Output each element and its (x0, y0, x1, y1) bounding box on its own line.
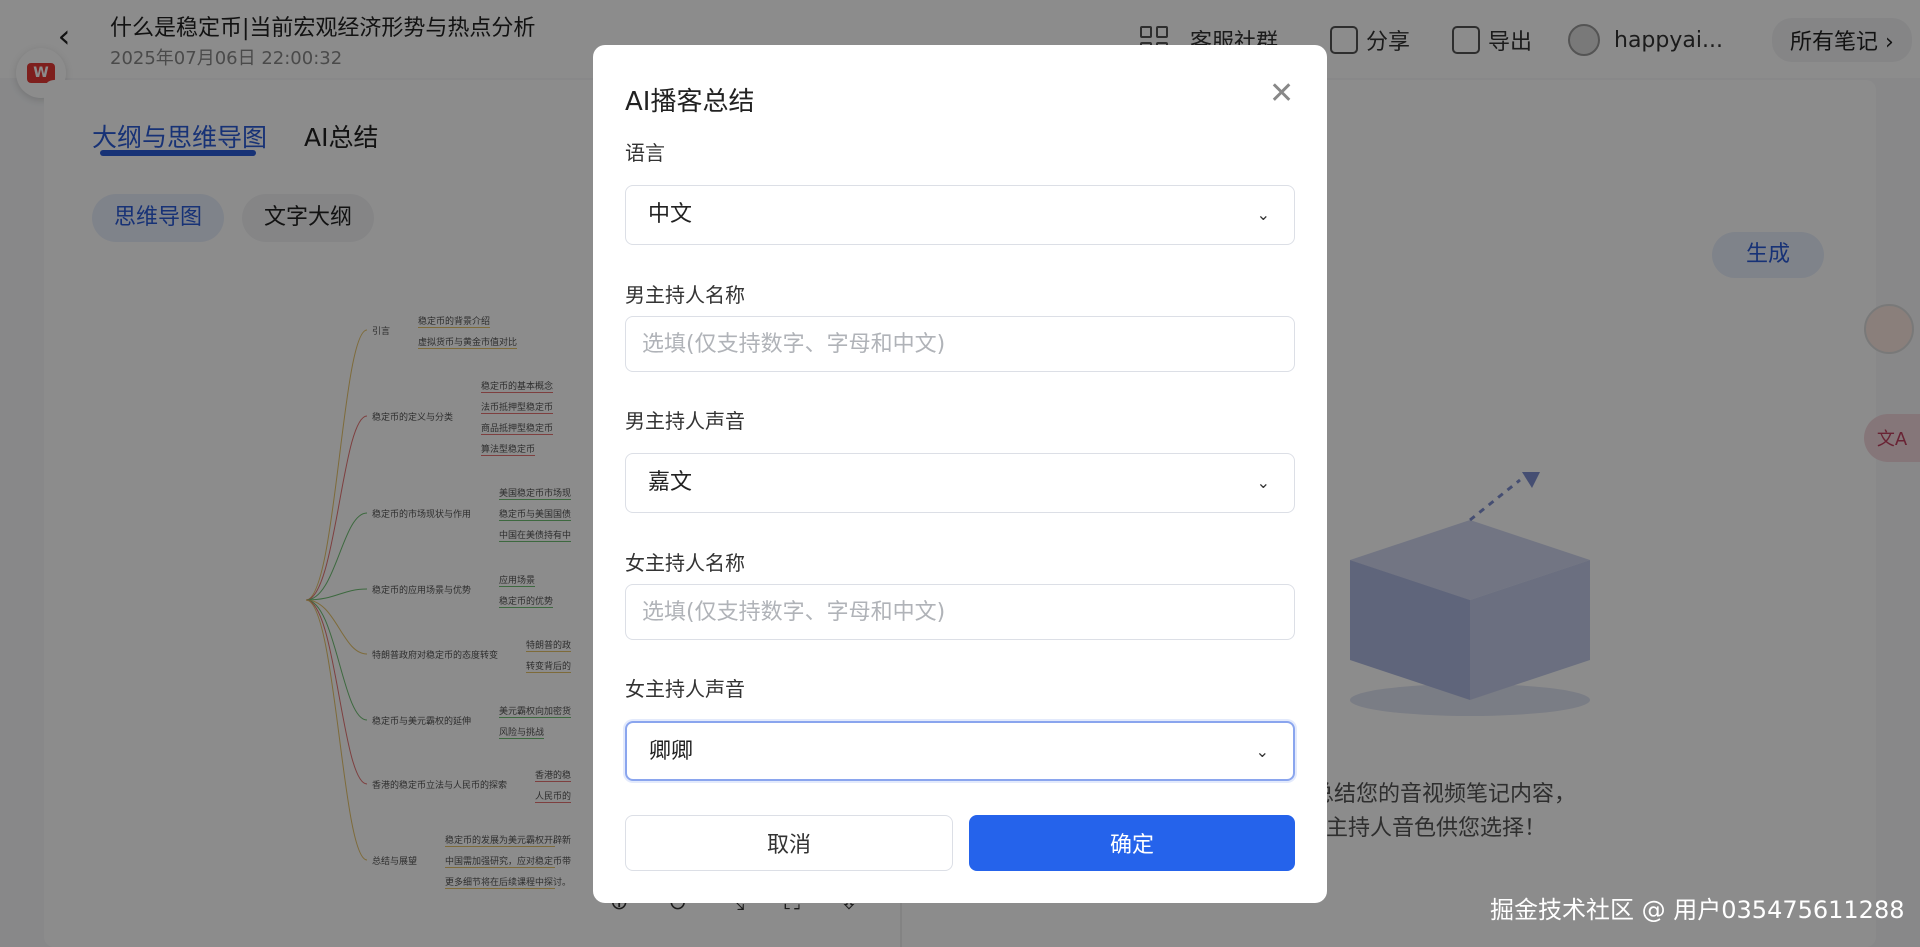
language-select[interactable]: 中文 ⌄ (625, 185, 1295, 245)
female-host-voice-label: 女主持人声音 (625, 677, 745, 701)
ai-podcast-summary-dialog: AI播客总结 ✕ 语言 中文 ⌄ 男主持人名称 男主持人声音 嘉文 ⌄ 女主持人… (593, 45, 1327, 903)
female-host-name-label: 女主持人名称 (625, 551, 745, 575)
male-host-name-label: 男主持人名称 (625, 283, 745, 307)
chevron-down-icon: ⌄ (1255, 742, 1269, 761)
close-icon[interactable]: ✕ (1269, 79, 1294, 109)
female-host-voice-value: 卿卿 (649, 739, 694, 764)
watermark: 掘金技术社区 @ 用户035475611288 (1490, 896, 1905, 924)
cancel-button[interactable]: 取消 (625, 815, 953, 871)
female-host-name-input[interactable] (625, 584, 1295, 640)
chevron-down-icon: ⌄ (1256, 205, 1270, 224)
male-host-voice-value: 嘉文 (648, 470, 693, 495)
dialog-title: AI播客总结 (625, 87, 755, 117)
confirm-button[interactable]: 确定 (969, 815, 1295, 871)
male-host-name-input[interactable] (625, 316, 1295, 372)
male-host-voice-label: 男主持人声音 (625, 409, 745, 433)
language-value: 中文 (648, 202, 693, 227)
language-label: 语言 (625, 141, 665, 165)
male-host-voice-select[interactable]: 嘉文 ⌄ (625, 453, 1295, 513)
female-host-voice-select[interactable]: 卿卿 ⌄ (625, 721, 1295, 781)
chevron-down-icon: ⌄ (1256, 473, 1270, 492)
